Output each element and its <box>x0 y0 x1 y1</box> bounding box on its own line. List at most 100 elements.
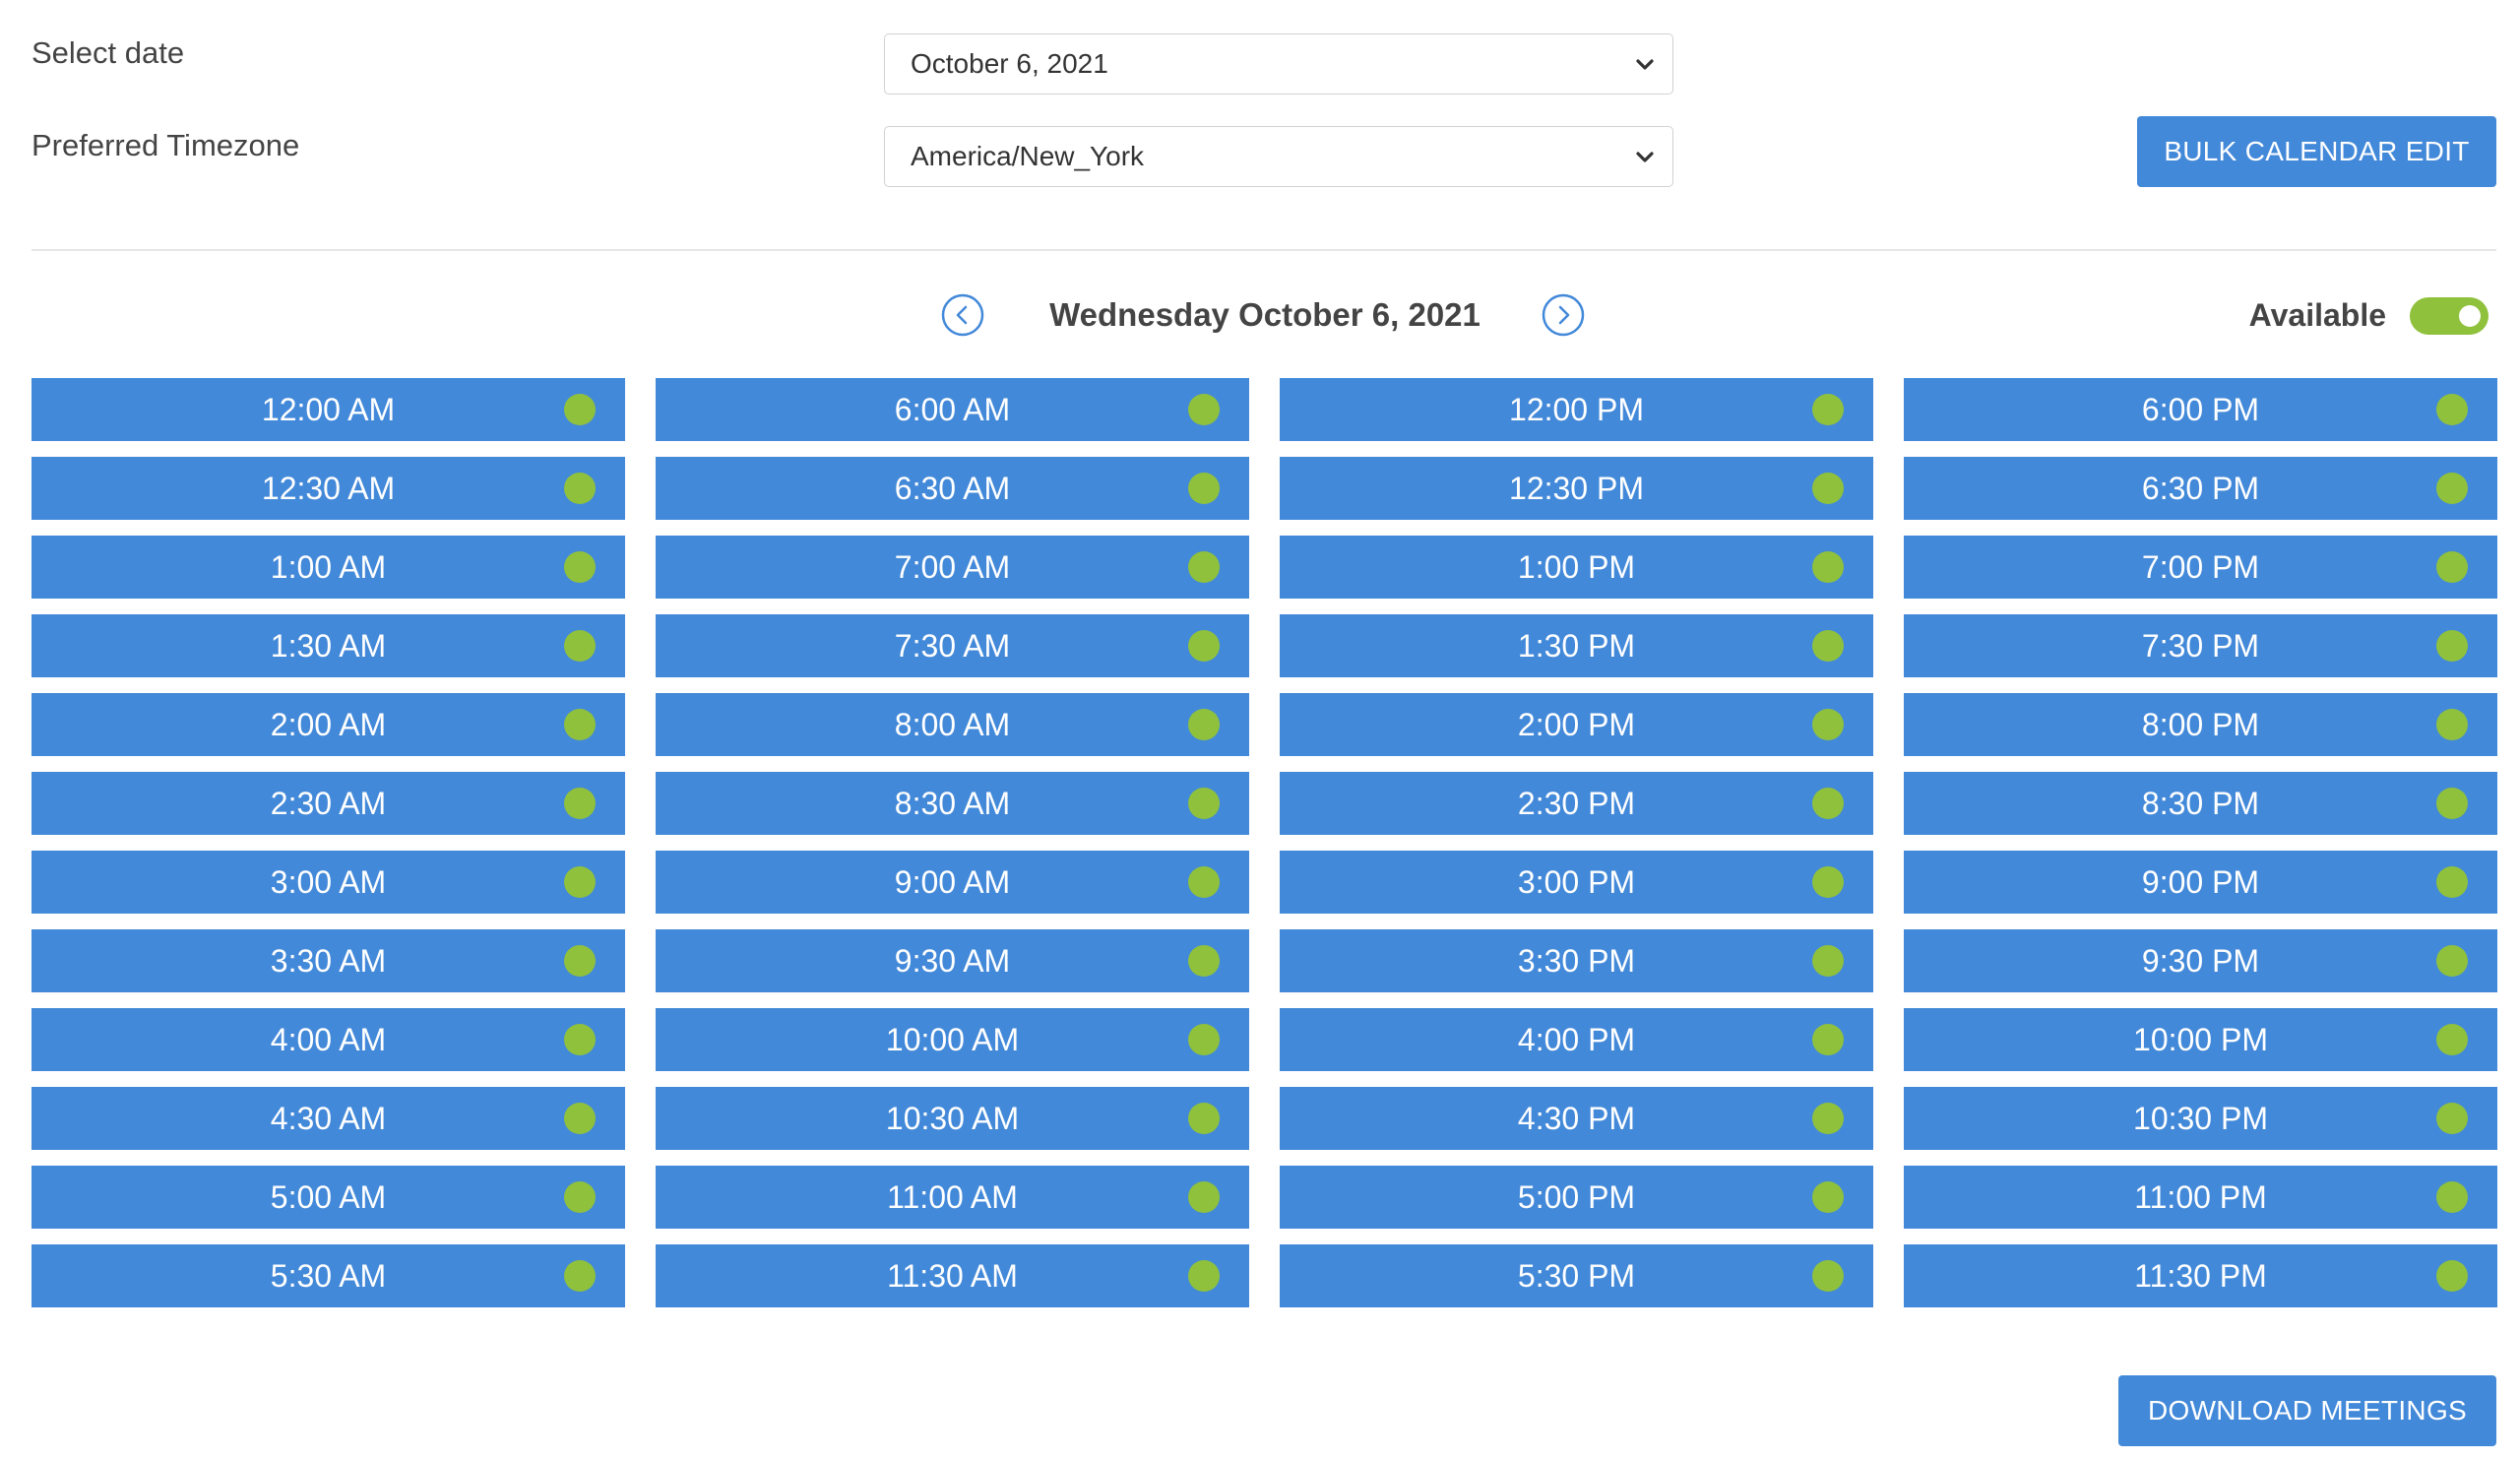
time-slot[interactable]: 1:30 AM <box>32 614 625 677</box>
time-slot[interactable]: 5:30 AM <box>32 1244 625 1307</box>
available-dot-icon <box>2436 1103 2468 1134</box>
time-slot[interactable]: 9:30 PM <box>1904 929 2497 992</box>
available-dot-icon <box>1812 630 1844 662</box>
available-dot-icon <box>564 788 596 819</box>
time-slot[interactable]: 1:00 AM <box>32 536 625 599</box>
available-dot-icon <box>564 473 596 504</box>
time-slot-label: 1:00 AM <box>270 548 387 585</box>
time-slot[interactable]: 8:30 PM <box>1904 772 2497 835</box>
slot-column-4: 6:00 PM 6:30 PM 7:00 PM 7:30 PM 8:00 PM 8:30 … <box>1904 378 2497 1323</box>
available-dot-icon <box>1812 709 1844 740</box>
available-dot-icon <box>1188 945 1220 977</box>
available-dot-icon <box>564 866 596 898</box>
time-slot[interactable]: 11:30 AM <box>656 1244 1249 1307</box>
available-dot-icon <box>2436 945 2468 977</box>
date-select[interactable]: October 6, 2021 <box>884 33 1673 95</box>
available-dot-icon <box>1188 1181 1220 1213</box>
available-dot-icon <box>2436 551 2468 583</box>
download-meetings-button[interactable]: DOWNLOAD MEETINGS <box>2118 1375 2496 1446</box>
chevron-right-circle-icon[interactable] <box>1542 293 1585 337</box>
time-slot[interactable]: 4:00 AM <box>32 1008 625 1071</box>
available-toggle[interactable] <box>2410 297 2488 335</box>
available-dot-icon <box>564 630 596 662</box>
time-slot[interactable]: 7:00 PM <box>1904 536 2497 599</box>
time-slot[interactable]: 2:30 PM <box>1280 772 1873 835</box>
time-slot-label: 12:00 PM <box>1509 391 1644 427</box>
time-slot[interactable]: 8:00 PM <box>1904 693 2497 756</box>
time-slot[interactable]: 4:00 PM <box>1280 1008 1873 1071</box>
time-slot[interactable]: 7:00 AM <box>656 536 1249 599</box>
select-date-label: Select date <box>32 35 185 70</box>
time-slot[interactable]: 8:30 AM <box>656 772 1249 835</box>
time-slot[interactable]: 10:00 AM <box>656 1008 1249 1071</box>
available-dot-icon <box>1188 1103 1220 1134</box>
time-slot[interactable]: 11:00 PM <box>1904 1166 2497 1229</box>
time-slot[interactable]: 10:30 PM <box>1904 1087 2497 1150</box>
time-slot-label: 11:30 AM <box>887 1257 1018 1294</box>
time-slot[interactable]: 6:30 AM <box>656 457 1249 520</box>
time-slot[interactable]: 2:30 AM <box>32 772 625 835</box>
bulk-calendar-edit-button[interactable]: BULK CALENDAR EDIT <box>2137 116 2496 187</box>
available-dot-icon <box>1188 551 1220 583</box>
available-dot-icon <box>1188 1024 1220 1055</box>
time-slot[interactable]: 12:00 PM <box>1280 378 1873 441</box>
time-slot[interactable]: 12:30 AM <box>32 457 625 520</box>
chevron-down-icon <box>1636 152 1654 162</box>
time-slot-label: 9:30 AM <box>894 942 1011 979</box>
timezone-select[interactable]: America/New_York <box>884 126 1673 187</box>
calendar-availability-page: Select date October 6, 2021 Preferred Ti… <box>0 0 2520 1460</box>
available-dot-icon <box>2436 1260 2468 1292</box>
time-slot[interactable]: 4:30 AM <box>32 1087 625 1150</box>
time-slot[interactable]: 1:00 PM <box>1280 536 1873 599</box>
time-slot[interactable]: 1:30 PM <box>1280 614 1873 677</box>
time-slot[interactable]: 6:00 PM <box>1904 378 2497 441</box>
time-slot-label: 11:30 PM <box>2134 1257 2267 1294</box>
slot-column-2: 6:00 AM 6:30 AM 7:00 AM 7:30 AM 8:00 AM 8:30 … <box>656 378 1249 1323</box>
time-slot-label: 9:00 PM <box>2141 863 2260 900</box>
time-slot-label: 6:30 PM <box>2141 470 2260 506</box>
time-slot[interactable]: 6:30 PM <box>1904 457 2497 520</box>
available-dot-icon <box>564 1103 596 1134</box>
time-slot[interactable]: 10:00 PM <box>1904 1008 2497 1071</box>
time-slot-label: 4:30 PM <box>1517 1100 1636 1136</box>
time-slot[interactable]: 9:00 PM <box>1904 851 2497 914</box>
time-slot[interactable]: 11:30 PM <box>1904 1244 2497 1307</box>
time-slot[interactable]: 3:00 PM <box>1280 851 1873 914</box>
time-slot[interactable]: 3:00 AM <box>32 851 625 914</box>
chevron-left-circle-icon[interactable] <box>941 293 984 337</box>
time-slot[interactable]: 9:00 AM <box>656 851 1249 914</box>
slot-column-1: 12:00 AM 12:30 AM 1:00 AM 1:30 AM 2:00 AM 2:3… <box>32 378 625 1323</box>
available-dot-icon <box>1812 1260 1844 1292</box>
time-slot-label: 3:00 AM <box>270 863 387 900</box>
time-slot[interactable]: 12:00 AM <box>32 378 625 441</box>
time-slot[interactable]: 3:30 PM <box>1280 929 1873 992</box>
time-slot[interactable]: 10:30 AM <box>656 1087 1249 1150</box>
time-slot[interactable]: 9:30 AM <box>656 929 1249 992</box>
time-slot[interactable]: 5:00 PM <box>1280 1166 1873 1229</box>
available-dot-icon <box>1812 945 1844 977</box>
time-slot-label: 6:30 AM <box>894 470 1011 506</box>
time-slot-label: 10:30 AM <box>885 1100 1020 1136</box>
time-slot[interactable]: 11:00 AM <box>656 1166 1249 1229</box>
time-slot[interactable]: 5:00 AM <box>32 1166 625 1229</box>
time-slot[interactable]: 12:30 PM <box>1280 457 1873 520</box>
time-slot[interactable]: 6:00 AM <box>656 378 1249 441</box>
time-slot[interactable]: 5:30 PM <box>1280 1244 1873 1307</box>
time-slot-label: 4:00 AM <box>270 1021 387 1057</box>
time-slot[interactable]: 7:30 PM <box>1904 614 2497 677</box>
available-dot-icon <box>1812 394 1844 425</box>
time-slot[interactable]: 2:00 PM <box>1280 693 1873 756</box>
time-slot[interactable]: 7:30 AM <box>656 614 1249 677</box>
date-select-value: October 6, 2021 <box>911 48 1108 79</box>
time-slot[interactable]: 8:00 AM <box>656 693 1249 756</box>
timezone-label: Preferred Timezone <box>32 128 300 162</box>
available-dot-icon <box>1188 630 1220 662</box>
time-slot-label: 7:30 AM <box>894 627 1011 664</box>
available-dot-icon <box>2436 1181 2468 1213</box>
time-slot[interactable]: 2:00 AM <box>32 693 625 756</box>
time-slot[interactable]: 3:30 AM <box>32 929 625 992</box>
time-slot-label: 3:30 AM <box>270 942 387 979</box>
time-slot[interactable]: 4:30 PM <box>1280 1087 1873 1150</box>
time-slot-label: 2:00 PM <box>1517 706 1636 742</box>
time-slot-label: 1:00 PM <box>1517 548 1636 585</box>
